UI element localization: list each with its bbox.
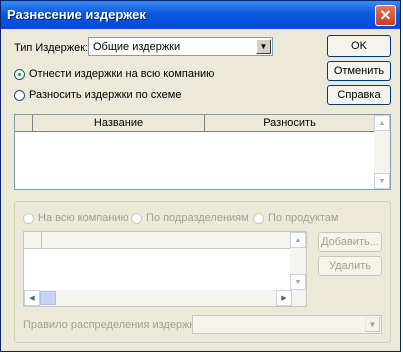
cancel-label: Отменить	[333, 65, 385, 77]
help-label: Справка	[337, 89, 381, 101]
scroll-left-icon[interactable]: ◀	[24, 290, 40, 306]
scheme-grid-row-header	[24, 232, 42, 249]
scroll-down-icon[interactable]: ▼	[290, 274, 306, 290]
delete-button[interactable]: Удалить	[318, 256, 382, 276]
cost-type-value: Общие издержки	[93, 41, 181, 53]
ok-button[interactable]: OK	[327, 35, 391, 57]
scroll-down-icon[interactable]: ▼	[374, 173, 390, 189]
scheme-grid[interactable]: ▲ ▼ ◀ ▶	[23, 231, 307, 307]
cancel-button[interactable]: Отменить	[327, 61, 391, 81]
scroll-up-icon[interactable]: ▲	[290, 232, 306, 248]
radio-company-dot[interactable]	[14, 68, 25, 80]
chevron-down-icon[interactable]: ▼	[256, 39, 271, 54]
add-button[interactable]: Добавить...	[318, 232, 382, 252]
window-title: Разнесение издержек	[7, 7, 146, 22]
grid-row-header	[15, 115, 33, 132]
radio-scheme-label: Разносить издержки по схеме	[29, 89, 182, 101]
help-button[interactable]: Справка	[327, 85, 391, 105]
scroll-right-icon[interactable]: ▶	[276, 290, 292, 306]
chevron-down-icon[interactable]: ▼	[365, 317, 380, 332]
column-name-header[interactable]: Название	[33, 115, 205, 132]
add-label: Добавить...	[321, 236, 379, 248]
radio-company[interactable]: Отнести издержки на всю компанию	[14, 68, 214, 80]
title-bar[interactable]: Разнесение издержек ✕	[1, 1, 400, 29]
scroll-up-icon[interactable]: ▲	[374, 115, 390, 131]
scheme-grid-horizontal-scrollbar[interactable]: ◀ ▶	[24, 290, 306, 306]
delete-label: Удалить	[329, 260, 371, 272]
cost-grid[interactable]: Название Разносить ▲ ▼	[14, 114, 391, 190]
radio-scheme-dot[interactable]	[14, 89, 25, 101]
scroll-thumb[interactable]	[40, 291, 56, 305]
cost-type-select[interactable]: Общие издержки ▼	[88, 37, 273, 56]
column-distribute-header[interactable]: Разносить	[205, 115, 375, 132]
distribution-rule-select[interactable]: ▼	[192, 315, 382, 334]
radio-scheme[interactable]: Разносить издержки по схеме	[14, 89, 181, 101]
scheme-grid-vertical-scrollbar[interactable]: ▲ ▼	[290, 232, 306, 290]
distribution-rule-label: Правило распределения издержки:	[23, 319, 204, 331]
radio-by-department[interactable]: По подразделениям	[131, 212, 249, 224]
close-button[interactable]: ✕	[375, 5, 396, 26]
scheme-grid-header	[42, 232, 292, 249]
radio-by-product[interactable]: По продуктам	[253, 212, 338, 224]
close-icon: ✕	[379, 7, 392, 23]
radio-whole-company[interactable]: На всю компанию	[23, 212, 129, 224]
ok-label: OK	[351, 40, 367, 52]
radio-company-label: Отнести издержки на всю компанию	[29, 68, 215, 80]
grid-vertical-scrollbar[interactable]: ▲ ▼	[374, 115, 390, 189]
cost-type-label: Тип Издержек:	[14, 42, 89, 54]
dialog-window: Разнесение издержек ✕ Тип Издержек: Общи…	[0, 0, 401, 352]
